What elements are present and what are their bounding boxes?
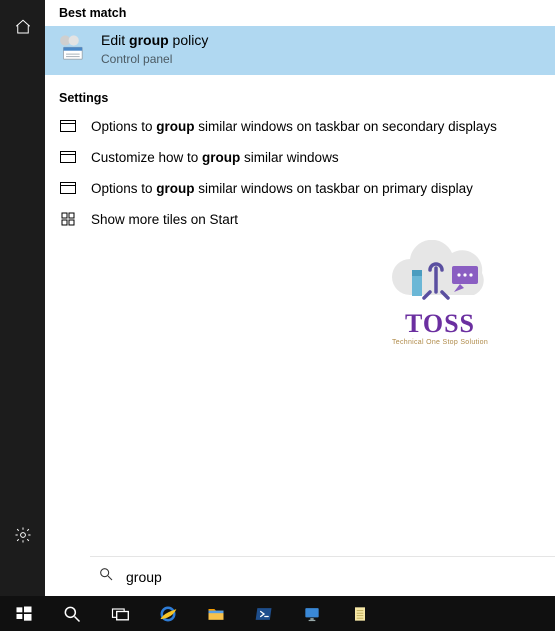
settings-item-label: Options to group similar windows on task… [91,119,497,134]
window-icon [59,120,77,132]
powershell-icon[interactable] [240,596,288,631]
settings-item-label: Show more tiles on Start [91,212,238,227]
file-explorer-icon[interactable] [192,596,240,631]
results-area: Best match Edit group policy Control pan… [45,0,555,556]
search-icon [98,566,114,587]
settings-item[interactable]: Show more tiles on Start [45,204,555,235]
best-match-text: Edit group policy Control panel [101,32,208,67]
rail-fill [0,556,45,596]
remote-desktop-icon[interactable] [288,596,336,631]
watermark-logo: TOSS Technical One Stop Solution [370,240,510,346]
best-match-header: Best match [45,0,555,26]
group-policy-icon [55,32,89,66]
taskbar [0,596,555,631]
taskbar-search-button[interactable] [48,596,96,631]
bm-title-post: policy [169,32,209,48]
settings-header: Settings [45,85,555,111]
gear-icon[interactable] [0,514,45,556]
watermark-title: TOSS [370,309,510,339]
bm-title-pre: Edit [101,32,129,48]
window-icon [59,151,77,163]
search-input[interactable] [126,569,547,585]
settings-item[interactable]: Customize how to group similar windows [45,142,555,173]
left-rail [0,0,45,556]
settings-item[interactable]: Options to group similar windows on task… [45,173,555,204]
settings-item[interactable]: Options to group similar windows on task… [45,111,555,142]
settings-item-label: Customize how to group similar windows [91,150,339,165]
internet-explorer-icon[interactable] [144,596,192,631]
watermark-subtitle: Technical One Stop Solution [370,339,510,346]
search-bar[interactable] [90,556,555,596]
window-icon [59,182,77,194]
notepad-icon[interactable] [336,596,384,631]
bm-subtitle: Control panel [101,52,208,67]
settings-item-label: Options to group similar windows on task… [91,181,473,196]
start-button[interactable] [0,596,48,631]
tiles-icon [59,212,77,226]
bm-title-bold: group [129,32,169,48]
task-view-button[interactable] [96,596,144,631]
best-match-item[interactable]: Edit group policy Control panel [45,26,555,75]
search-panel: Best match Edit group policy Control pan… [0,0,555,556]
home-icon[interactable] [0,6,45,48]
settings-list: Options to group similar windows on task… [45,111,555,235]
